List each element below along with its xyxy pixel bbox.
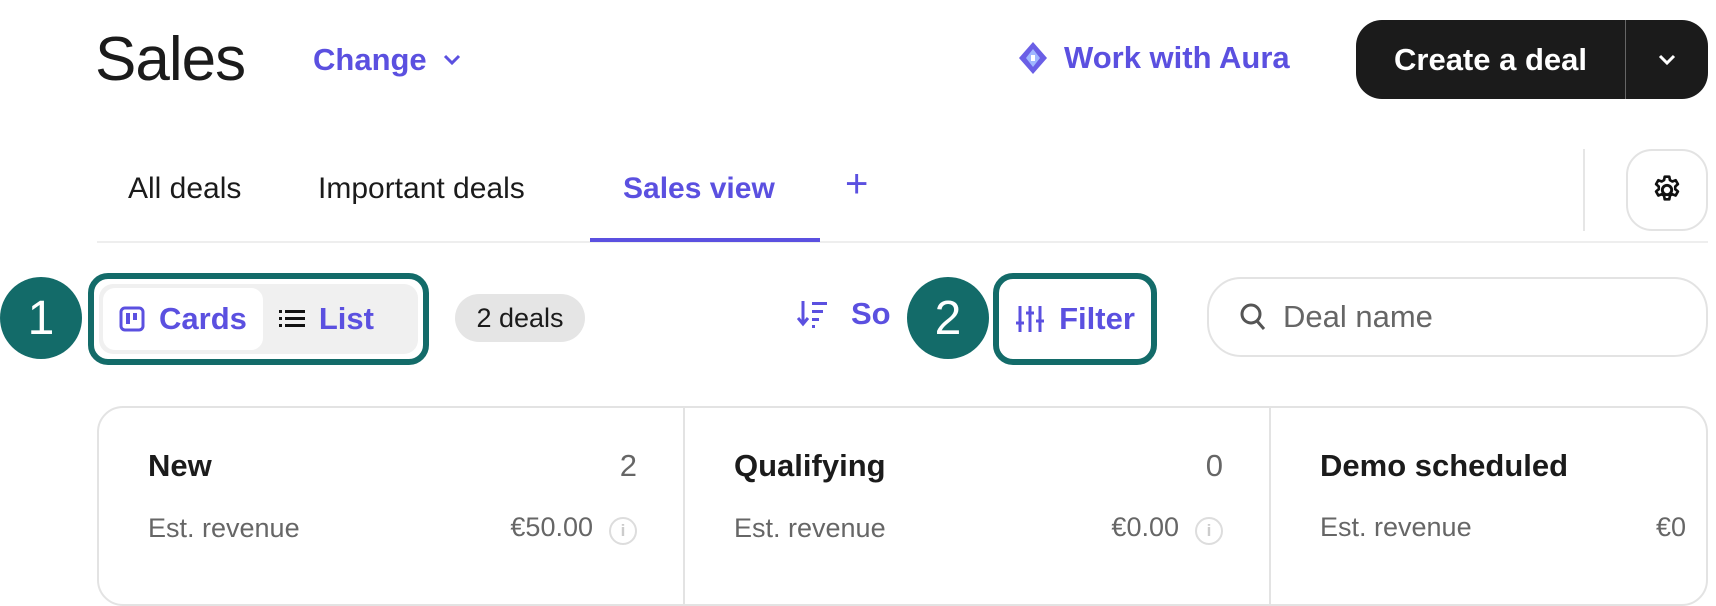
- view-tabs: All deals Important deals Sales view +: [97, 150, 1597, 242]
- revenue-label: Est. revenue: [148, 513, 300, 543]
- search-icon: [1240, 303, 1266, 330]
- annotation-badge-1: 1: [0, 277, 82, 359]
- column-name: New: [148, 448, 212, 483]
- revenue-label: Est. revenue: [1320, 512, 1472, 542]
- tab-important-deals[interactable]: Important deals: [318, 172, 525, 206]
- pipeline-column: Demo scheduled Est. revenue €0: [1271, 408, 1706, 604]
- column-count: 0: [1205, 448, 1223, 483]
- filter-sliders-icon: [1016, 306, 1045, 332]
- aura-label: Work with Aura: [1064, 40, 1290, 75]
- create-deal-split-button: Create a deal: [1356, 20, 1708, 99]
- create-deal-button[interactable]: Create a deal: [1356, 20, 1626, 99]
- deal-search: [1207, 277, 1708, 357]
- work-with-aura-button[interactable]: Work with Aura: [1016, 40, 1290, 76]
- gear-icon: [1654, 175, 1680, 201]
- page-title: Sales: [95, 25, 246, 94]
- revenue-value: €0: [1656, 512, 1687, 542]
- info-icon[interactable]: i: [609, 517, 637, 545]
- column-name: Qualifying: [734, 448, 886, 483]
- cards-label: Cards: [159, 301, 247, 336]
- tabs-divider: [97, 241, 1708, 243]
- cards-view-button[interactable]: Cards: [103, 288, 263, 350]
- revenue-value: €50.00: [510, 512, 593, 542]
- create-deal-dropdown-button[interactable]: [1626, 20, 1708, 99]
- info-icon[interactable]: i: [1195, 517, 1223, 545]
- deal-name-input[interactable]: [1283, 299, 1683, 335]
- sort-button[interactable]: So: [797, 296, 891, 332]
- view-toggle: Cards List: [88, 273, 429, 365]
- change-view-button[interactable]: Change: [313, 42, 461, 78]
- list-icon: [278, 310, 305, 327]
- chevron-down-icon: [443, 54, 460, 66]
- pipeline-column: Qualifying 0 Est. revenue €0.00 i: [685, 408, 1271, 604]
- column-name: Demo scheduled: [1320, 448, 1569, 483]
- filter-label: Filter: [1059, 301, 1135, 336]
- pipeline-board: New 2 Est. revenue €50.00 i Qualifying 0 Est…: [97, 406, 1708, 606]
- revenue-label: Est. revenue: [734, 513, 886, 543]
- sort-label: So: [851, 296, 891, 331]
- column-count: 2: [619, 448, 637, 483]
- list-label: List: [318, 301, 374, 336]
- list-view-button[interactable]: List: [263, 288, 390, 350]
- change-label: Change: [313, 42, 427, 77]
- chevron-down-icon: [1658, 54, 1676, 65]
- deal-count-badge: 2 deals: [455, 294, 585, 342]
- active-tab-indicator: [590, 238, 820, 242]
- settings-button[interactable]: [1626, 149, 1708, 231]
- pipeline-column: New 2 Est. revenue €50.00 i: [99, 408, 685, 604]
- cards-icon: [119, 306, 145, 332]
- annotation-badge-2: 2: [907, 277, 989, 359]
- divider: [1583, 149, 1585, 231]
- filter-button[interactable]: Filter: [993, 273, 1157, 365]
- tab-sales-view[interactable]: Sales view: [623, 172, 775, 206]
- add-tab-button[interactable]: +: [845, 162, 868, 207]
- aura-icon: [1019, 42, 1047, 74]
- sort-icon: [797, 301, 827, 328]
- revenue-value: €0.00: [1111, 512, 1179, 542]
- tab-all-deals[interactable]: All deals: [128, 172, 241, 206]
